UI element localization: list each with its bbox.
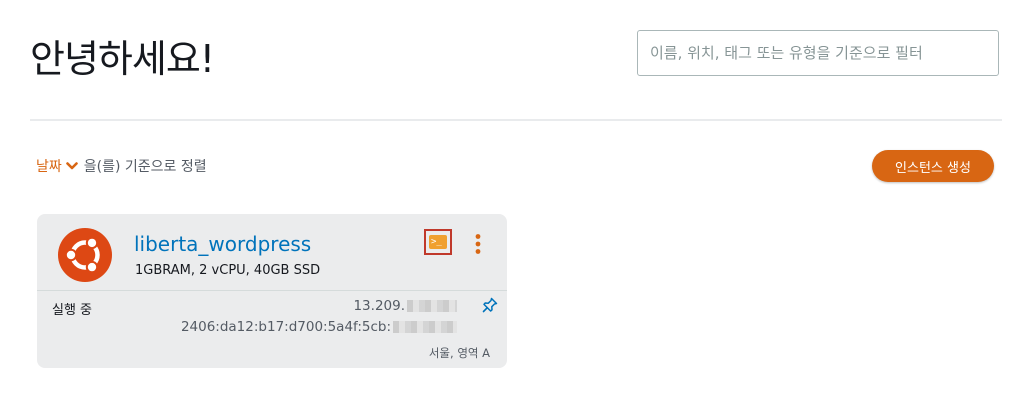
status-text: 실행 중 [52, 303, 93, 318]
ipv4-text: 13.209. [353, 298, 405, 314]
public-ipv6: 2406:da12:b17:d700:5a4f:5cb: [181, 319, 457, 335]
ubuntu-logo-icon [58, 228, 112, 282]
redacted-ipv6-suffix [393, 321, 457, 333]
region-text: 서울, 영역 A [428, 346, 490, 360]
kebab-menu-icon[interactable] [472, 233, 484, 255]
terminal-icon: >_ [429, 235, 447, 249]
pin-icon[interactable] [482, 297, 498, 313]
redacted-ipv4-suffix [407, 300, 457, 312]
page-title: 안녕하세요! [30, 37, 215, 81]
connect-ssh-button[interactable]: >_ [424, 229, 452, 255]
card-divider [37, 290, 507, 291]
instance-name-link[interactable]: liberta_wordpress [134, 232, 311, 256]
sort-suffix-text: 을(를) 기준으로 정렬 [83, 159, 207, 175]
sort-bar: 날짜 을(를) 기준으로 정렬 [36, 156, 207, 176]
instance-specs: 1GBRAM, 2 vCPU, 40GB SSD [135, 263, 321, 278]
sort-field-label: 날짜 [36, 159, 62, 175]
ipv6-text: 2406:da12:b17:d700:5a4f:5cb: [180, 319, 391, 335]
search-input[interactable] [637, 30, 999, 76]
header-divider [30, 119, 1002, 121]
create-instance-button[interactable]: 인스턴스 생성 [872, 150, 994, 182]
public-ipv4: 13.209. [353, 298, 457, 314]
chevron-down-icon [65, 162, 78, 170]
instance-card: liberta_wordpress 1GBRAM, 2 vCPU, 40GB S… [37, 214, 507, 368]
sort-field-dropdown[interactable]: 날짜 [36, 156, 84, 176]
